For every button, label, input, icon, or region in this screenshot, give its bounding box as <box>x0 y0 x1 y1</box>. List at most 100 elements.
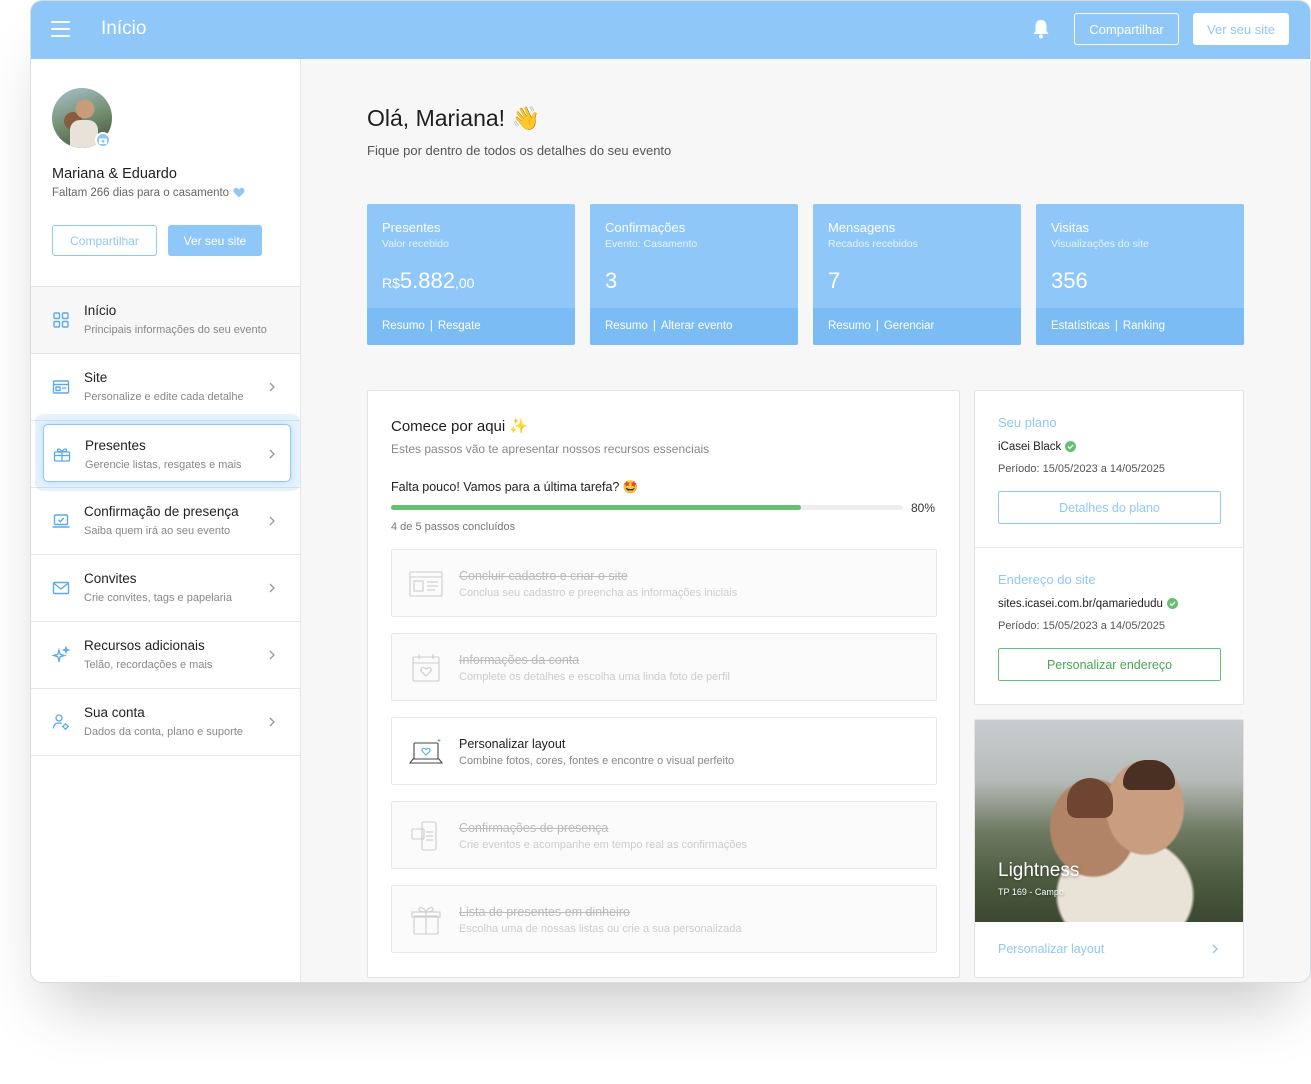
layout-name: Lightness <box>998 860 1080 881</box>
chevron-right-icon <box>269 650 275 660</box>
stat-link-resgate[interactable]: Resgate <box>438 320 481 332</box>
stat-card-confirmacoes: Confirmações Evento: Casamento 3 Resumo |… <box>590 204 798 345</box>
gift-icon <box>53 448 71 462</box>
stat-card-visitas: Visitas Visualizações do site 356 Estatí… <box>1036 204 1244 345</box>
stat-card-mensagens: Mensagens Recados recebidos 7 Resumo | Ger… <box>813 204 1021 345</box>
task-item-confirmacoes[interactable]: Confirmações de presença Crie eventos e … <box>391 801 937 869</box>
camera-icon[interactable] <box>95 132 111 148</box>
stat-value: 3 <box>605 268 618 293</box>
stat-title: Visitas <box>1051 220 1090 235</box>
sidebar-item-label: Início <box>84 303 117 318</box>
sidebar-item-inicio[interactable]: Início Principais informações do seu eve… <box>31 286 300 353</box>
stat-footer: Estatísticas | Ranking <box>1036 308 1244 345</box>
plan-title: Seu plano <box>998 415 1057 430</box>
sidebar-item-description: Gerencie listas, resgates e mais <box>85 459 242 471</box>
task-description: Crie eventos e acompanhe em tempo real a… <box>459 839 747 851</box>
sidebar-item-description: Saiba quem irá ao seu evento <box>84 525 231 537</box>
page-title: Início <box>101 18 147 39</box>
stat-link-ranking[interactable]: Ranking <box>1123 320 1165 332</box>
main-content: Olá, Mariana! 👋 Fique por dentro de todo… <box>301 59 1310 982</box>
sidebar-item-label: Confirmação de presença <box>84 504 239 519</box>
stat-footer: Resumo | Gerenciar <box>813 308 1021 345</box>
site-address: sites.icasei.com.br/qamariedudu <box>998 598 1178 610</box>
stat-title: Presentes <box>382 220 441 235</box>
onboarding-subtitle: Estes passos vão te apresentar nossos re… <box>391 442 710 456</box>
progress-percent: 80% <box>911 501 936 515</box>
sidebar-item-convites[interactable]: Convites Crie convites, tags e papelaria <box>31 554 300 621</box>
plan-details-button[interactable]: Detalhes do plano <box>998 491 1221 524</box>
stat-link-estatisticas[interactable]: Estatísticas <box>1051 320 1110 332</box>
plan-name: iCasei Black <box>998 441 1077 453</box>
customize-layout-link[interactable]: Personalizar layout <box>998 942 1104 956</box>
address-title: Endereço do site <box>998 572 1096 587</box>
sidebar-nav: Início Principais informações do seu eve… <box>31 286 300 756</box>
task-description: Complete os detalhes e escolha uma linda… <box>459 671 730 683</box>
couple-name: Mariana & Eduardo <box>52 166 177 182</box>
stat-link-resumo[interactable]: Resumo <box>828 320 871 332</box>
share-button[interactable]: Compartilhar <box>1074 13 1179 45</box>
plan-card: Seu plano iCasei Black Período: 15/05/20… <box>974 390 1244 705</box>
stat-link-resumo[interactable]: Resumo <box>382 320 425 332</box>
gift-box-icon <box>411 907 441 935</box>
chevron-right-icon <box>269 583 275 593</box>
task-title: Confirmações de presença <box>459 821 609 835</box>
sidebar-item-description: Crie convites, tags e papelaria <box>84 592 232 604</box>
sidebar-item-label: Sua conta <box>84 705 145 720</box>
task-title: Concluir cadastro e criar o site <box>459 569 628 583</box>
onboarding-progress-message: Falta pouco! Vamos para a última tarefa?… <box>391 480 639 494</box>
task-item-lista-presentes[interactable]: Lista de presentes em dinheiro Escolha u… <box>391 885 937 953</box>
view-site-button[interactable]: Ver seu site <box>1193 13 1289 45</box>
stat-link-alterar-evento[interactable]: Alterar evento <box>661 320 733 332</box>
stat-link-resumo[interactable]: Resumo <box>605 320 648 332</box>
heart-icon <box>233 188 245 198</box>
laptop-heart-icon <box>408 739 444 764</box>
sidebar-item-recursos[interactable]: Recursos adicionais Telão, recordações e… <box>31 621 300 688</box>
check-circle-icon <box>1166 598 1178 610</box>
laptop-check-icon <box>52 514 70 528</box>
phone-list-icon <box>411 821 437 851</box>
onboarding-panel: Comece por aqui ✨ Estes passos vão te ap… <box>367 390 960 978</box>
task-title: Lista de presentes em dinheiro <box>459 905 630 919</box>
sidebar-item-description: Personalize e edite cada detalhe <box>84 391 244 403</box>
chevron-right-icon <box>269 382 275 392</box>
chevron-right-icon <box>269 516 275 526</box>
bell-icon[interactable] <box>1032 18 1050 40</box>
sidebar-item-confirmacao[interactable]: Confirmação de presença Saiba quem irá a… <box>31 487 300 554</box>
sidebar-item-label: Site <box>84 370 108 385</box>
task-item-cadastro[interactable]: Concluir cadastro e criar o site Conclua… <box>391 549 937 617</box>
greeting-subtitle: Fique por dentro de todos os detalhes do… <box>367 143 672 158</box>
sidebar-item-presentes[interactable]: Presentes Gerencie listas, resgates e ma… <box>43 424 291 482</box>
chevron-right-icon[interactable] <box>1211 943 1219 955</box>
layout-card: Lightness TP 169 - Campo Personalizar la… <box>974 719 1244 978</box>
task-title: Personalizar layout <box>459 737 566 751</box>
menu-icon[interactable] <box>51 21 70 37</box>
chevron-right-icon <box>269 449 275 459</box>
task-title: Informações da conta <box>459 653 580 667</box>
customize-address-button[interactable]: Personalizar endereço <box>998 648 1221 681</box>
sidebar-item-site[interactable]: Site Personalize e edite cada detalhe <box>31 353 300 420</box>
sidebar-item-description: Telão, recordações e mais <box>84 659 213 671</box>
stat-link-gerenciar[interactable]: Gerenciar <box>884 320 935 332</box>
chevron-right-icon <box>269 717 275 727</box>
layout-code: TP 169 - Campo <box>998 887 1064 897</box>
sidebar-view-site-button[interactable]: Ver seu site <box>168 225 262 256</box>
stat-title: Confirmações <box>605 220 686 235</box>
task-item-personalizar-layout[interactable]: Personalizar layout Combine fotos, cores… <box>391 717 937 785</box>
sidebar-share-button[interactable]: Compartilhar <box>52 225 157 256</box>
task-description: Escolha uma de nossas listas ou crie a s… <box>459 923 742 935</box>
greeting-title: Olá, Mariana! 👋 <box>367 105 541 131</box>
sparkle-icon <box>52 646 70 664</box>
stat-card-presentes: Presentes Valor recebido R$5.882,00 Resu… <box>367 204 575 345</box>
stat-value: 7 <box>828 268 841 293</box>
task-item-informacoes[interactable]: Informações da conta Complete os detalhe… <box>391 633 937 701</box>
task-description: Conclua seu cadastro e preencha as infor… <box>459 587 738 599</box>
stat-footer: Resumo | Resgate <box>367 308 575 345</box>
progress-bar-fill <box>391 505 801 510</box>
sidebar-item-description: Dados da conta, plano e suporte <box>84 726 244 738</box>
onboarding-title: Comece por aqui ✨ <box>391 418 529 435</box>
stat-subtitle: Evento: Casamento <box>605 238 698 250</box>
divider <box>975 547 1243 548</box>
stat-footer: Resumo | Alterar evento <box>590 308 798 345</box>
progress-bar <box>391 505 903 510</box>
sidebar-item-conta[interactable]: Sua conta Dados da conta, plano e suport… <box>31 688 300 755</box>
